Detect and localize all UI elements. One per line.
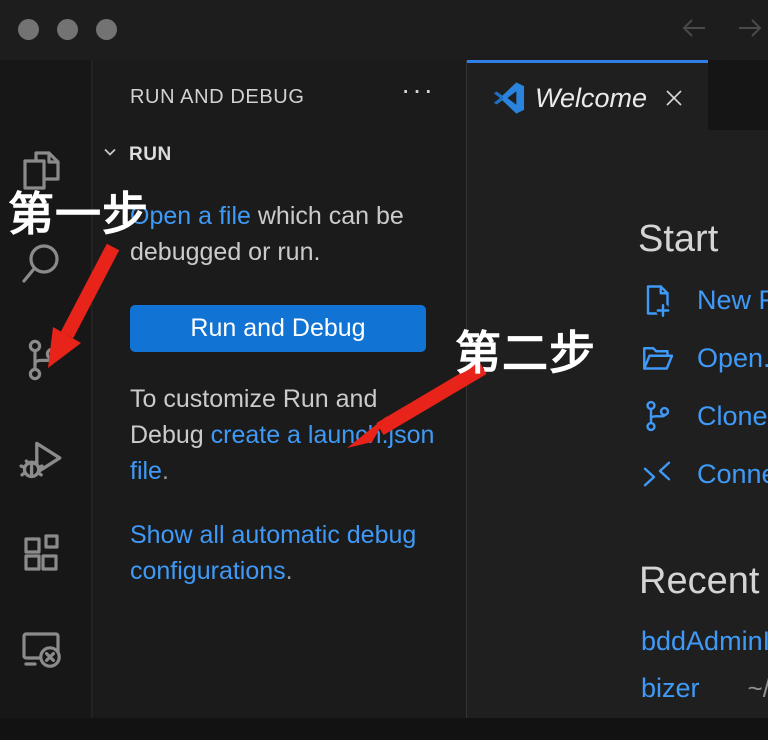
tab-bar-empty	[708, 60, 768, 130]
git-clone-icon	[639, 398, 675, 434]
step2-label: 第二步	[455, 317, 596, 383]
start-item-connect[interactable]: Conne	[639, 456, 768, 492]
bottom-strip	[0, 718, 768, 740]
run-and-debug-panel: RUN AND DEBUG ··· RUN Open a file which …	[93, 60, 466, 718]
run-section-label: RUN	[129, 144, 172, 166]
step1-label: 第一步	[8, 178, 149, 244]
tab-welcome[interactable]: Welcome	[467, 60, 708, 130]
editor-group: Welcome Start New F Open. Clone Conne	[466, 60, 768, 718]
nav-forward-icon[interactable]	[735, 13, 765, 43]
open-folder-icon	[639, 340, 675, 376]
remote-explorer-icon[interactable]	[17, 625, 65, 673]
run-and-debug-button[interactable]: Run and Debug	[130, 305, 426, 352]
start-item-open[interactable]: Open.	[639, 340, 768, 376]
new-file-icon	[639, 282, 675, 318]
start-item-clone[interactable]: Clone	[639, 398, 768, 434]
customize-hint: To customize Run and Debug create a laun…	[130, 381, 440, 489]
window-zoom-button[interactable]	[96, 19, 117, 40]
recent-item[interactable]: bizer ~/c	[641, 673, 768, 704]
extensions-icon[interactable]	[17, 530, 65, 578]
open-file-hint: Open a file which can be debugged or run…	[130, 198, 440, 270]
more-actions-icon[interactable]: ···	[401, 74, 435, 106]
recent-item-path: ~/c	[748, 673, 768, 704]
window-minimize-button[interactable]	[57, 19, 78, 40]
show-configs-hint: Show all automatic debug configurations.	[130, 517, 440, 589]
run-and-debug-icon[interactable]	[17, 434, 67, 484]
vscode-logo-icon	[493, 82, 525, 114]
start-heading: Start	[638, 218, 718, 261]
title-bar	[0, 0, 768, 60]
vscode-window: RUN AND DEBUG ··· RUN Open a file which …	[0, 0, 768, 740]
run-section-header[interactable]: RUN	[101, 143, 172, 166]
panel-title: RUN AND DEBUG	[130, 86, 305, 109]
source-control-icon[interactable]	[17, 336, 65, 384]
tab-title: Welcome	[535, 83, 647, 114]
start-item-new-file[interactable]: New F	[639, 282, 768, 318]
remote-connect-icon	[639, 456, 675, 492]
nav-back-icon[interactable]	[679, 13, 709, 43]
show-all-configs-link[interactable]: Show all automatic debug configurations	[130, 521, 416, 585]
recent-item[interactable]: bddAdminI	[641, 626, 768, 657]
search-icon[interactable]	[17, 240, 65, 288]
welcome-page: Start New F Open. Clone Conne Recent bdd…	[467, 130, 768, 718]
activity-bar	[0, 60, 92, 718]
window-close-button[interactable]	[18, 19, 39, 40]
recent-heading: Recent	[639, 560, 759, 603]
tab-close-icon[interactable]	[661, 85, 687, 111]
chevron-down-icon	[101, 143, 119, 166]
